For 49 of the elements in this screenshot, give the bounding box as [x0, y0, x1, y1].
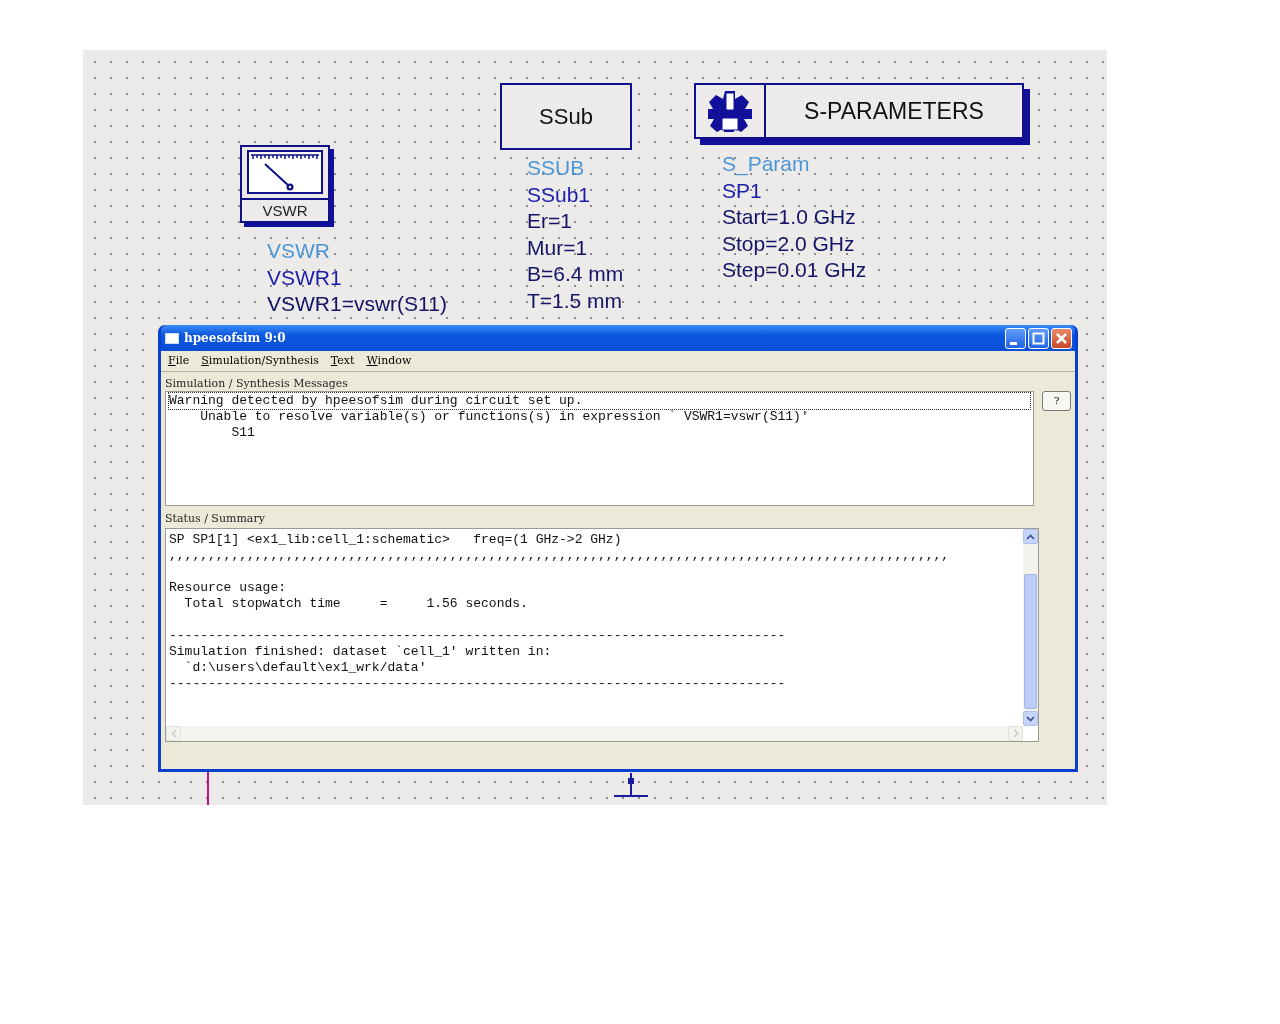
- status-line: `d:\users\default\ex1_wrk/data': [183, 660, 427, 676]
- parameter-label: Er=1: [527, 208, 572, 234]
- maximize-button[interactable]: [1028, 327, 1049, 349]
- close-button[interactable]: [1051, 327, 1072, 349]
- instance-name-label: SSub1: [527, 181, 591, 208]
- symbol-label: VSWR: [242, 198, 328, 222]
- section-label: Status / Summary: [165, 511, 265, 526]
- message-line: Unable to resolve variable(s) or functions(s) in expression ` VSWR1=vswr(S11)': [199, 409, 809, 425]
- ground-symbol-icon: [613, 773, 649, 799]
- meter-icon: [247, 150, 323, 194]
- help-button[interactable]: ?: [1042, 391, 1071, 411]
- parameter-label: Mur=1: [527, 234, 588, 261]
- scrollbar-thumb[interactable]: [1024, 574, 1037, 709]
- parameter-label: B=6.4 mm: [527, 261, 624, 287]
- message-line: Warning detected by hpeesofsim during circuit set up.: [169, 393, 1031, 409]
- component-type-label: S_Param: [722, 151, 810, 178]
- section-label: Simulation / Synthesis Messages: [165, 377, 348, 391]
- instance-name-label: SP1: [722, 177, 762, 204]
- minimize-button[interactable]: [1005, 327, 1026, 349]
- gear-icon: [708, 90, 752, 132]
- symbol-label: S-PARAMETERS: [803, 96, 985, 126]
- component-type-label: SSUB: [527, 155, 585, 181]
- menu-item[interactable]: Simulation/Synthesis: [201, 352, 319, 370]
- status-line: Simulation finished: dataset `cell_1' written in:: [169, 644, 552, 660]
- parameter-label: Step=0.01 GHz: [722, 257, 867, 283]
- substrate-component[interactable]: SSub: [500, 83, 632, 150]
- vertical-scrollbar[interactable]: [1023, 529, 1038, 726]
- horizontal-scrollbar[interactable]: [166, 726, 1023, 741]
- menu-item[interactable]: File: [168, 352, 190, 370]
- status-line: ,,,,,,,,,,,,,,,,,,,,,,,,,,,,,,,,,,,,,,,,,,,,,,,,,,,,,,,,,,,,,,,,,,,,,,,,,,,,,,,,,,,,,,,,,,,,,,,,,,,,: [169, 548, 950, 564]
- message-line: S11: [230, 425, 255, 441]
- status-line: Total stopwatch time = 1.56 seconds.: [183, 596, 528, 612]
- parameter-label: Start=1.0 GHz: [722, 204, 856, 230]
- menu-item[interactable]: Window: [366, 352, 412, 370]
- parameter-label: Stop=2.0 GHz: [722, 230, 855, 257]
- instance-name-label: VSWR1: [267, 264, 342, 291]
- parameter-label: VSWR1=vswr(S11): [267, 291, 447, 317]
- menu-item[interactable]: Text: [330, 352, 355, 370]
- status-line: -------------------------------------------------------------------------------: [169, 628, 786, 644]
- wire-line: [207, 772, 209, 805]
- symbol-label: SSub: [539, 103, 593, 131]
- window-title: hpeesofsim 9:0: [184, 330, 286, 347]
- status-line: Resource usage:: [169, 580, 287, 596]
- status-line: SP SP1[1] <ex1_lib:cell_1:schematic> freq=(1 GHz->2 GHz): [169, 532, 622, 548]
- status-line: -------------------------------------------------------------------------------: [169, 676, 786, 692]
- component-type-label: VSWR: [267, 238, 330, 264]
- parameter-label: T=1.5 mm: [527, 287, 623, 314]
- minimize-icon: [1010, 341, 1017, 345]
- window-icon: [165, 332, 179, 344]
